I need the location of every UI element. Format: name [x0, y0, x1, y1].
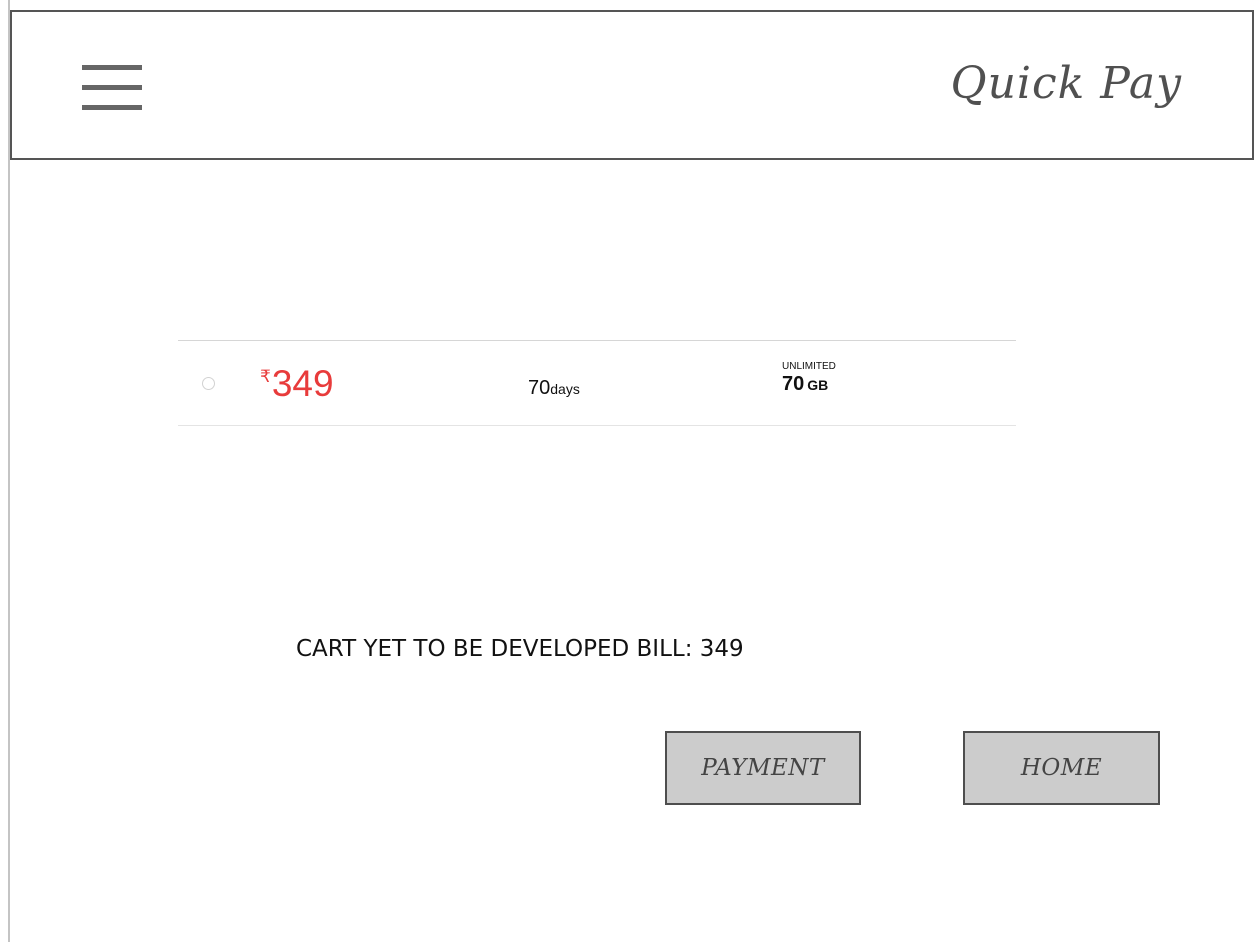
home-button[interactable]: HOME	[963, 731, 1160, 805]
plan-data-value: 70	[782, 373, 805, 395]
plan-radio-button[interactable]	[202, 377, 215, 390]
payment-button[interactable]: PAYMENT	[665, 731, 861, 805]
plan-validity-value: 70	[528, 377, 551, 399]
plan-price: ₹349	[260, 363, 334, 405]
app-header: Quick Pay	[10, 10, 1254, 160]
plan-data-label: UNLIMITED	[782, 361, 836, 372]
plan-price-value: 349	[271, 363, 334, 404]
rupee-icon: ₹	[260, 367, 271, 386]
plan-validity-unit: days	[550, 381, 580, 397]
plan-option-row[interactable]: ₹349 70days UNLIMITED 70 GB	[178, 340, 1016, 426]
hamburger-menu-icon[interactable]	[82, 65, 142, 111]
plan-data-unit: GB	[807, 377, 829, 393]
app-title: Quick Pay	[950, 58, 1182, 109]
plan-data: UNLIMITED 70 GB	[782, 361, 836, 396]
plan-validity: 70days	[528, 377, 580, 400]
cart-bill-message: CART YET TO BE DEVELOPED BILL: 349	[296, 636, 744, 662]
